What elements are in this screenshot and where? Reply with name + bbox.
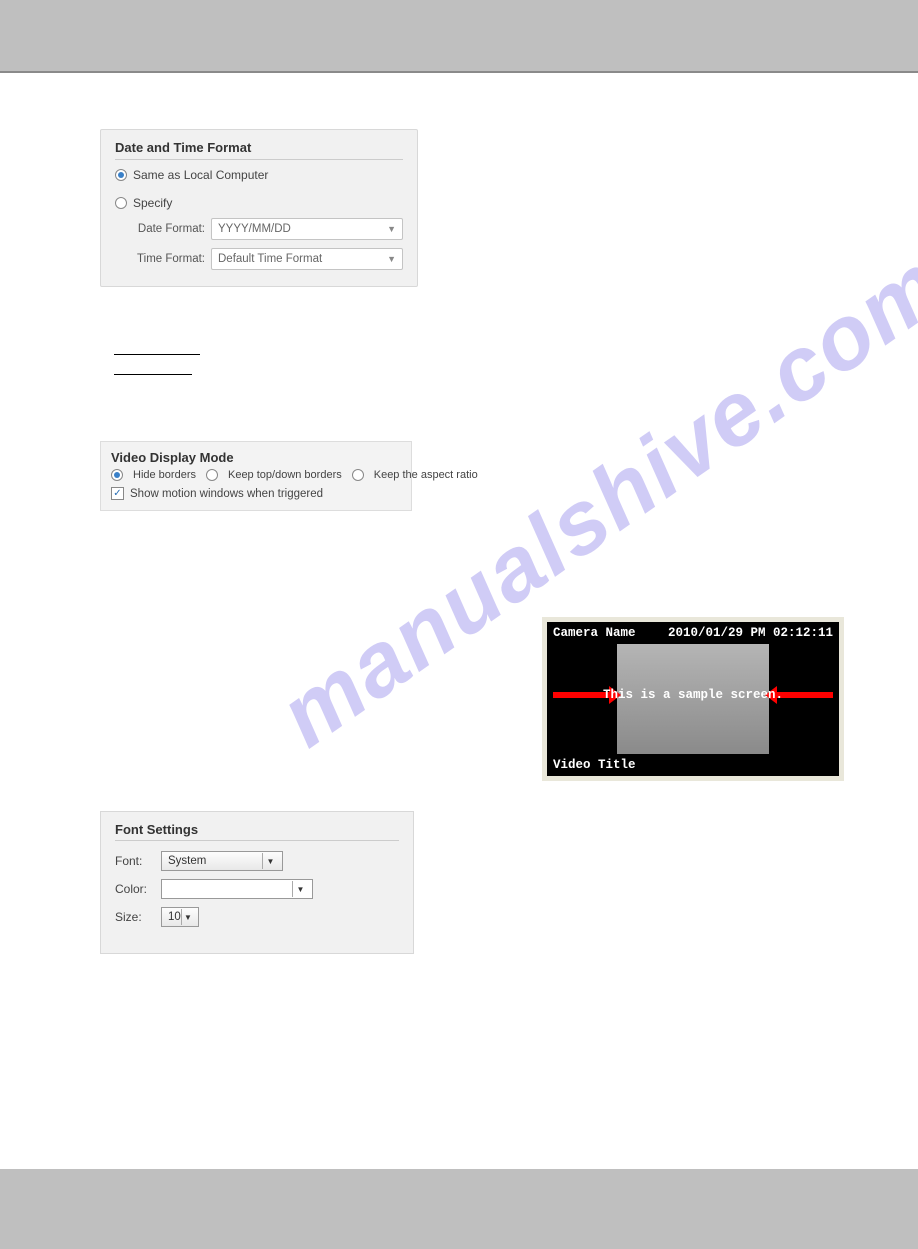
video-title-label: Video Title bbox=[553, 758, 636, 772]
dropdown-value: System bbox=[168, 855, 206, 867]
dropdown-value: Default Time Format bbox=[218, 253, 322, 265]
date-format-row: Date Format: YYYY/MM/DD ▼ bbox=[129, 218, 403, 240]
vdm-title: Video Display Mode bbox=[111, 450, 401, 465]
header-bar bbox=[0, 0, 918, 73]
font-settings-title: Font Settings bbox=[115, 822, 399, 841]
date-format-label: Date Format: bbox=[129, 223, 205, 235]
radio-label: Specify bbox=[133, 196, 172, 210]
chevron-down-icon: ▼ bbox=[262, 853, 278, 869]
vdm-opt-hide[interactable]: Hide borders bbox=[133, 469, 196, 481]
footer-bar bbox=[0, 1169, 918, 1249]
checkbox-icon: ✓ bbox=[111, 487, 124, 500]
size-row: Size: 10 ▼ bbox=[115, 907, 399, 927]
dropdown-value: YYYY/MM/DD bbox=[218, 223, 291, 235]
vdm-opt-aspect[interactable]: Keep the aspect ratio bbox=[374, 469, 478, 481]
radio-icon[interactable] bbox=[111, 469, 123, 481]
vdm-check-label: Show motion windows when triggered bbox=[130, 488, 323, 500]
font-settings-panel: Font Settings Font: System ▼ Color: ▼ Si… bbox=[100, 811, 414, 954]
radio-specify[interactable]: Specify bbox=[115, 196, 403, 210]
color-row: Color: ▼ bbox=[115, 879, 399, 899]
time-format-row: Time Format: Default Time Format ▼ bbox=[129, 248, 403, 270]
font-row: Font: System ▼ bbox=[115, 851, 399, 871]
font-label: Font: bbox=[115, 854, 151, 868]
radio-icon bbox=[115, 169, 127, 181]
radio-icon[interactable] bbox=[352, 469, 364, 481]
chevron-down-icon: ▼ bbox=[292, 881, 308, 897]
video-display-mode-panel: Video Display Mode Hide borders Keep top… bbox=[100, 441, 412, 511]
font-dropdown[interactable]: System ▼ bbox=[161, 851, 283, 871]
underline-block bbox=[114, 339, 200, 375]
radio-label: Same as Local Computer bbox=[133, 168, 268, 182]
vdm-radio-row: Hide borders Keep top/down borders Keep … bbox=[111, 469, 401, 481]
radio-icon bbox=[115, 197, 127, 209]
datetime-panel-title: Date and Time Format bbox=[115, 140, 403, 160]
color-dropdown[interactable]: ▼ bbox=[161, 879, 313, 899]
dropdown-value: 10 bbox=[168, 911, 181, 923]
chevron-down-icon: ▼ bbox=[387, 224, 396, 234]
vdm-show-motion-row[interactable]: ✓ Show motion windows when triggered bbox=[111, 487, 401, 500]
datetime-format-panel: Date and Time Format Same as Local Compu… bbox=[100, 129, 418, 287]
time-format-dropdown[interactable]: Default Time Format ▼ bbox=[211, 248, 403, 270]
date-format-dropdown[interactable]: YYYY/MM/DD ▼ bbox=[211, 218, 403, 240]
size-dropdown[interactable]: 10 ▼ bbox=[161, 907, 199, 927]
radio-icon[interactable] bbox=[206, 469, 218, 481]
time-format-label: Time Format: bbox=[129, 253, 205, 265]
vdm-opt-keep-td[interactable]: Keep top/down borders bbox=[228, 469, 342, 481]
chevron-down-icon: ▼ bbox=[387, 254, 396, 264]
sample-text: This is a sample screen. bbox=[547, 688, 839, 702]
camera-name-label: Camera Name bbox=[553, 626, 636, 640]
radio-same-as-local[interactable]: Same as Local Computer bbox=[115, 168, 403, 182]
sample-screen: Camera Name 2010/01/29 PM 02:12:11 This … bbox=[542, 617, 844, 781]
size-label: Size: bbox=[115, 910, 151, 924]
timestamp-label: 2010/01/29 PM 02:12:11 bbox=[668, 626, 833, 640]
color-label: Color: bbox=[115, 882, 151, 896]
chevron-down-icon: ▼ bbox=[181, 909, 194, 925]
